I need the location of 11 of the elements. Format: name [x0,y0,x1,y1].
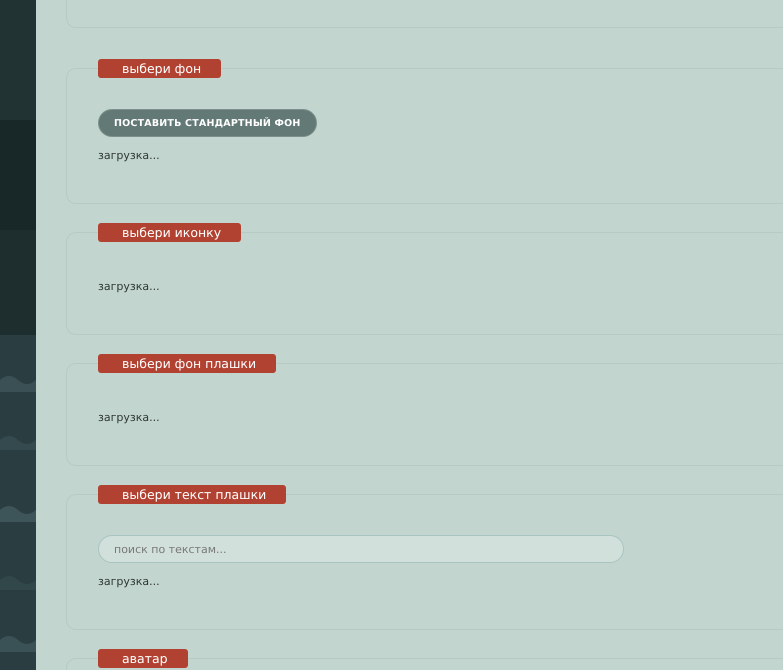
section-label: аватар [98,649,188,668]
loading-text: загрузка... [98,149,160,163]
loading-text: загрузка... [98,575,160,589]
loading-text: загрузка... [98,411,160,425]
search-field[interactable]: поиск по текстам... [98,535,624,563]
section-label: выбери фон [98,59,222,78]
default-background-button[interactable]: ПОСТАВИТЬ СТАНДАРТНЫЙ ФОН [98,109,317,137]
loading-text: загрузка... [98,280,160,294]
section-label: выбери фон плашки [98,354,276,373]
section-label: выбери текст плашки [98,485,286,504]
section-label: выбери иконку [98,223,242,242]
